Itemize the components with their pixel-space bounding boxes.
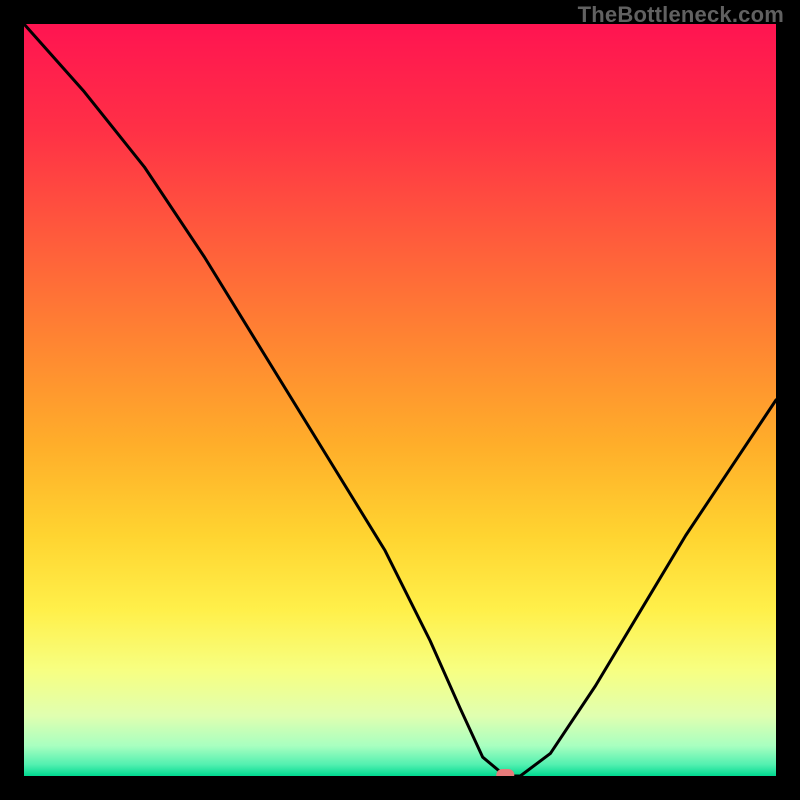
- gradient-background: [24, 24, 776, 776]
- optimal-marker: [496, 769, 514, 776]
- chart-container: TheBottleneck.com: [0, 0, 800, 800]
- chart-svg: [24, 24, 776, 776]
- plot-area: [24, 24, 776, 776]
